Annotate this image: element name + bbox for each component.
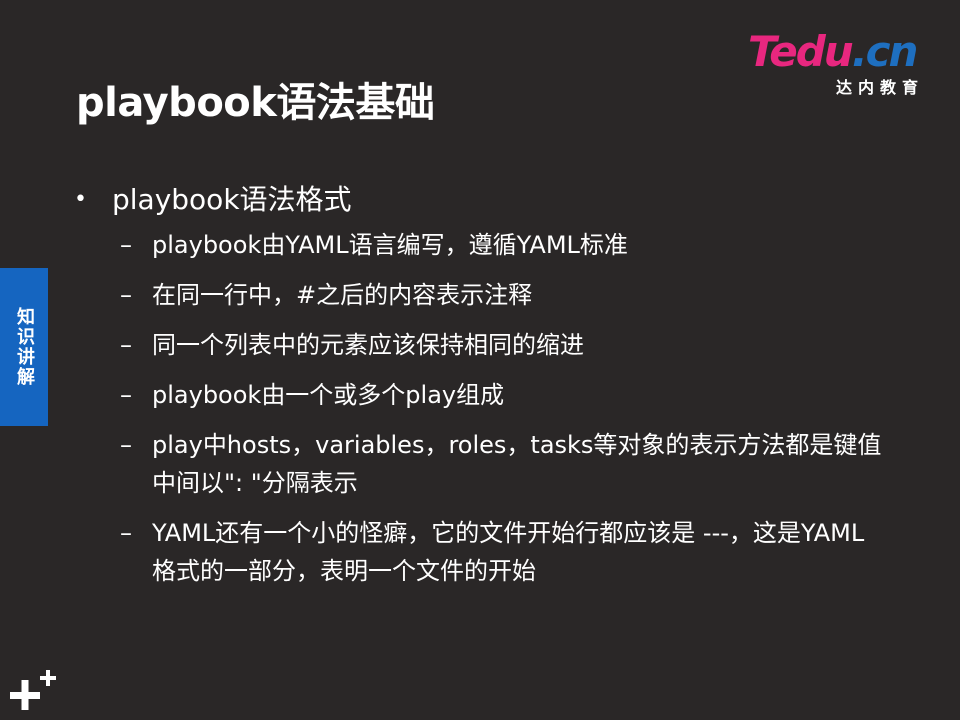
logo-brand: Tedu <box>748 27 854 76</box>
sub-bullet-text: playbook由YAML语言编写，遵循YAML标准 <box>152 231 628 259</box>
slide-content: • playbook语法格式 – playbook由YAML语言编写，遵循YAM… <box>72 178 912 602</box>
sub-bullet-text: 在同一行中，#之后的内容表示注释 <box>152 281 533 309</box>
sub-bullet-text: playbook由一个或多个play组成 <box>152 381 505 409</box>
bullet-heading-text: playbook语法格式 <box>112 183 352 216</box>
sub-bullet-item: – playbook由YAML语言编写，遵循YAML标准 <box>120 226 912 264</box>
sub-bullet-item: – 同一个列表中的元素应该保持相同的缩进 <box>120 326 912 364</box>
plus-decoration-icon <box>10 670 56 710</box>
sub-bullet-text: play中hosts，variables，roles，tasks等对象的表示方法… <box>152 431 882 497</box>
dash-icon: – <box>120 281 132 309</box>
bullet-dot-icon: • <box>74 187 87 212</box>
sub-bullet-list: – playbook由YAML语言编写，遵循YAML标准 – 在同一行中，#之后… <box>72 226 912 590</box>
sub-bullet-text: 同一个列表中的元素应该保持相同的缩进 <box>152 331 584 359</box>
logo-wordmark: Tedu.cn <box>748 27 919 76</box>
dash-icon: – <box>120 431 132 459</box>
slide-title: playbook语法基础 <box>76 80 435 126</box>
dash-icon: – <box>120 381 132 409</box>
logo-tld: .cn <box>851 27 919 76</box>
dash-icon: – <box>120 331 132 359</box>
side-tab-label: 知识讲解 <box>14 307 35 387</box>
sub-bullet-item: – playbook由一个或多个play组成 <box>120 376 912 414</box>
tedu-logo: Tedu.cn 达内教育 <box>748 28 938 100</box>
logo-subtitle: 达内教育 <box>835 78 924 97</box>
sub-bullet-item: – YAML还有一个小的怪癖，它的文件开始行都应该是 ---，这是YAML格式的… <box>120 514 912 590</box>
bullet-heading: • playbook语法格式 <box>72 178 912 222</box>
sub-bullet-text: YAML还有一个小的怪癖，它的文件开始行都应该是 ---，这是YAML格式的一部… <box>152 519 865 585</box>
dash-icon: – <box>120 519 132 547</box>
sub-bullet-item: – 在同一行中，#之后的内容表示注释 <box>120 276 912 314</box>
side-tab: 知识讲解 <box>0 268 48 426</box>
sub-bullet-item: – play中hosts，variables，roles，tasks等对象的表示… <box>120 426 912 502</box>
dash-icon: – <box>120 231 132 259</box>
